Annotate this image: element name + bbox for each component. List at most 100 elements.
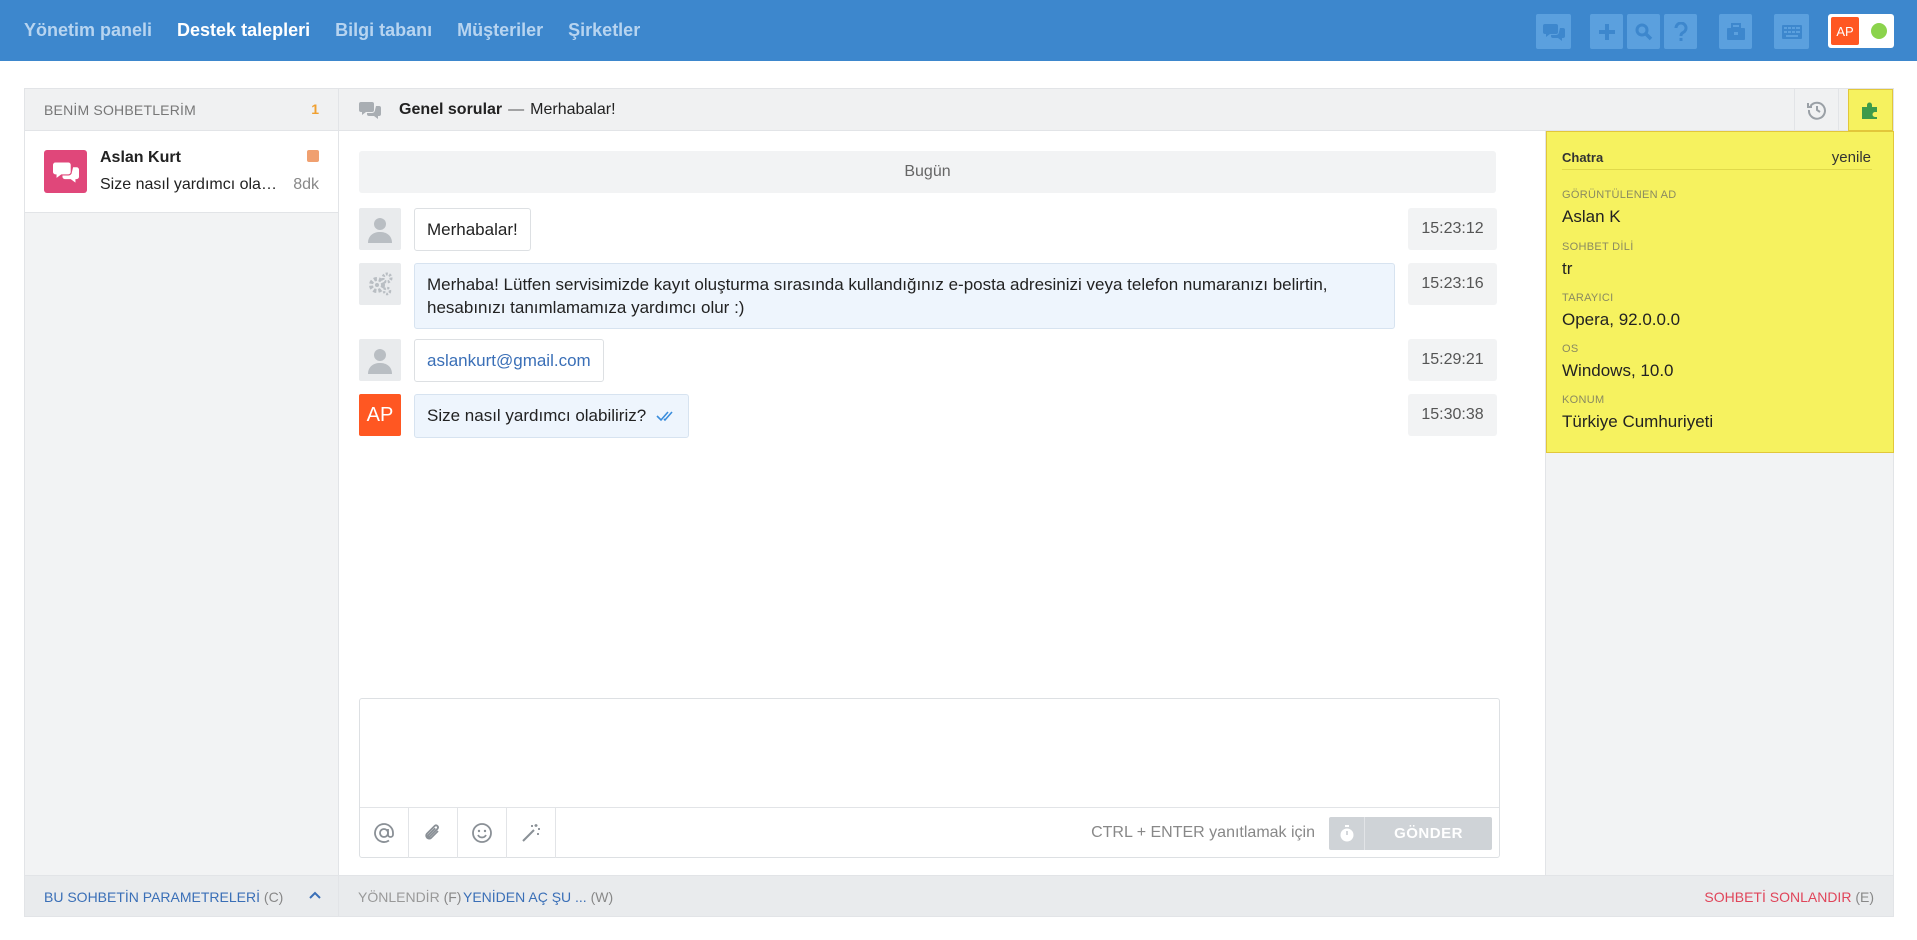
refresh-link[interactable]: yenile — [1832, 149, 1871, 166]
composer-toolbar: CTRL + ENTER yanıtlamak için GÖNDER — [360, 807, 1499, 858]
history-button[interactable] — [1794, 89, 1838, 131]
send-button[interactable]: GÖNDER — [1364, 817, 1492, 850]
chat-params-footer: BU SOHBETİN PARAMETRELERİ (C) — [25, 875, 338, 916]
attach-button[interactable] — [409, 808, 458, 858]
message-bubble: aslankurt@gmail.com — [414, 339, 604, 382]
mention-button[interactable] — [360, 808, 409, 858]
chat-preview: Size nasıl yardımcı olabiliriz? — [100, 176, 285, 193]
main-nav: Yönetim paneli Destek talepleri Bilgi ta… — [24, 0, 665, 61]
my-chats-panel: BENİM SOHBETLERİM 1 Aslan Kurt Size nası… — [25, 89, 339, 916]
search-icon — [1635, 23, 1652, 40]
message-time: 15:23:16 — [1408, 263, 1497, 305]
magic-wand-icon — [522, 824, 540, 842]
emoji-button[interactable] — [458, 808, 507, 858]
field-label: SOHBET DİLİ — [1562, 241, 1634, 253]
nav-customers[interactable]: Müşteriler — [457, 20, 543, 41]
conversation-panel: Genel sorular — Merhabalar! Bugün Merhabal… — [339, 89, 1893, 916]
email-link[interactable]: aslankurt@gmail.com — [427, 351, 591, 370]
my-chats-count: 1 — [311, 101, 319, 117]
chat-contact-name: Aslan Kurt — [100, 149, 181, 166]
field-value: Türkiye Cumhuriyeti — [1562, 412, 1714, 431]
message-time: 15:29:21 — [1408, 339, 1497, 381]
message-input[interactable] — [360, 699, 1499, 807]
conversation-header: Genel sorular — Merhabalar! — [339, 89, 1893, 131]
message-composer: CTRL + ENTER yanıtlamak için GÖNDER — [359, 698, 1500, 858]
conversation-title: Genel sorular — Merhabalar! — [399, 101, 616, 119]
reopen-label: YENİDEN AÇ ŞU ... — [463, 889, 587, 905]
user-menu[interactable]: AP — [1828, 14, 1894, 48]
end-chat-button[interactable]: SOHBETİ SONLANDIR (E) — [1704, 889, 1874, 905]
visitor-info-panel: Chatra yenile GÖRÜNTÜLENEN AD Aslan K SO… — [1545, 131, 1894, 875]
visitor-avatar — [359, 339, 401, 381]
forward-key: (F) — [443, 889, 462, 905]
field-value: Windows, 10.0 — [1562, 361, 1674, 380]
nav-knowledge-base[interactable]: Bilgi tabanı — [335, 20, 432, 41]
field-value: tr — [1562, 259, 1573, 278]
double-check-icon — [656, 405, 676, 428]
day-separator: Bugün — [359, 151, 1496, 193]
chat-list-item[interactable]: Aslan Kurt Size nasıl yardımcı olabiliri… — [25, 131, 338, 213]
message-bubble: Size nasıl yardımcı olabiliriz? — [414, 394, 690, 439]
top-navbar: Yönetim paneli Destek talepleri Bilgi ta… — [0, 0, 1917, 61]
magic-wand-button[interactable] — [507, 808, 556, 858]
integrations-button[interactable] — [1848, 89, 1893, 131]
conversation-topic: Genel sorular — [399, 101, 503, 118]
briefcase-icon — [1726, 22, 1745, 40]
message-bubble: Merhabalar! — [414, 208, 531, 251]
forward-button[interactable]: YÖNLENDİR (F) — [358, 889, 461, 905]
chat-params-label: BU SOHBETİN PARAMETRELERİ — [44, 889, 261, 905]
conversation-subject: Merhabalar! — [530, 101, 616, 118]
chat-time: 8dk — [293, 176, 319, 193]
my-chats-header: BENİM SOHBETLERİM 1 — [25, 89, 338, 131]
chat-params-button[interactable]: BU SOHBETİN PARAMETRELERİ (C) — [44, 889, 283, 905]
chat-bubbles-icon — [52, 162, 79, 183]
end-chat-label: SOHBETİ SONLANDIR — [1704, 889, 1852, 905]
puzzle-icon — [1861, 102, 1877, 119]
shortcuts-button[interactable] — [1774, 14, 1809, 49]
help-button[interactable] — [1664, 14, 1697, 49]
visitor-avatar — [359, 208, 401, 250]
chat-workspace: BENİM SOHBETLERİM 1 Aslan Kurt Size nası… — [24, 88, 1894, 917]
message-time: 15:23:12 — [1408, 208, 1497, 250]
reopen-key: (W) — [590, 889, 614, 905]
chats-button[interactable] — [1536, 14, 1571, 49]
field-label: KONUM — [1562, 394, 1605, 406]
integration-title: Chatra — [1562, 150, 1604, 165]
tools-button[interactable] — [1719, 14, 1752, 49]
conversation-actions-footer: YÖNLENDİR (F) YENİDEN AÇ ŞU ... (W) SOHB… — [339, 875, 1893, 916]
nav-support-tickets[interactable]: Destek talepleri — [177, 20, 310, 41]
field-label: TARAYICI — [1562, 292, 1614, 304]
add-button[interactable] — [1590, 14, 1623, 49]
delayed-send-button[interactable] — [1329, 817, 1364, 850]
online-status-indicator — [1871, 23, 1887, 39]
integration-info-card: Chatra yenile GÖRÜNTÜLENEN AD Aslan K SO… — [1546, 131, 1894, 453]
keyboard-icon — [1781, 24, 1802, 39]
agent-avatar: AP — [359, 394, 401, 436]
unread-badge — [307, 150, 319, 162]
stopwatch-icon — [1340, 824, 1353, 841]
chat-avatar — [44, 150, 87, 193]
search-button[interactable] — [1627, 14, 1660, 49]
title-separator: — — [508, 101, 525, 118]
at-sign-icon — [374, 823, 394, 843]
field-value: Aslan K — [1562, 207, 1621, 226]
reopen-button[interactable]: YENİDEN AÇ ŞU ... (W) — [463, 889, 613, 905]
history-icon — [1806, 101, 1826, 120]
divider — [1562, 169, 1872, 170]
user-avatar: AP — [1831, 17, 1859, 45]
nav-dashboard[interactable]: Yönetim paneli — [24, 20, 152, 41]
field-value: Opera, 92.0.0.0 — [1562, 310, 1681, 329]
chevron-up-icon[interactable] — [308, 888, 322, 907]
message-text: Size nasıl yardımcı olabiliriz? — [427, 406, 647, 425]
paperclip-icon — [425, 824, 439, 840]
plus-icon — [1598, 23, 1615, 40]
message-time: 15:30:38 — [1408, 394, 1497, 436]
chat-params-key: (C) — [263, 889, 284, 905]
nav-companies[interactable]: Şirketler — [568, 20, 640, 41]
chat-bubbles-icon — [1542, 23, 1565, 41]
end-chat-key: (E) — [1855, 889, 1874, 905]
my-chats-title: BENİM SOHBETLERİM — [44, 102, 196, 118]
bot-avatar — [359, 263, 401, 305]
user-silhouette-icon — [368, 349, 392, 374]
forward-label: YÖNLENDİR — [358, 889, 440, 905]
